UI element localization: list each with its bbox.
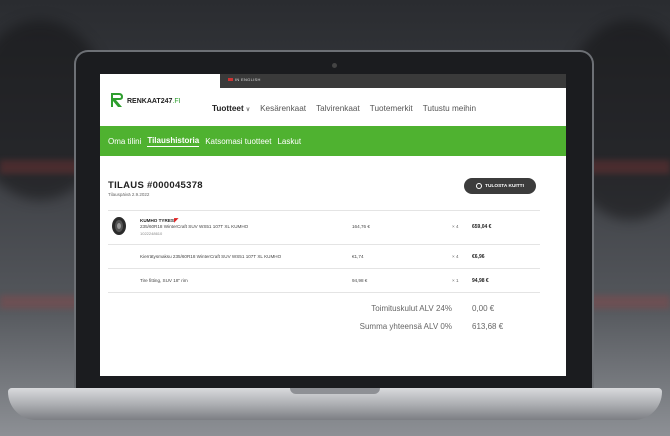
nav-item-brands[interactable]: Tuotemerkit [370, 104, 413, 113]
top-utility-bar [220, 74, 566, 88]
product-brand: KUMHO TYRES◤ [140, 218, 179, 224]
print-icon [476, 183, 483, 189]
print-receipt-button[interactable]: TULOSTA KUITTI [464, 178, 536, 194]
tab-invoices[interactable]: Laskut [277, 137, 301, 146]
renkaat-logo-icon [111, 93, 123, 107]
quantity: × 4 [452, 254, 459, 259]
laptop-camera [332, 63, 337, 68]
product-description[interactable]: 235/60R18 WinterCraft SUV WS51 107T XL K… [140, 224, 248, 229]
divider [108, 268, 540, 269]
fee-description: Kierrätysmaksu 235/60R18 WinterCraft SUV… [140, 254, 282, 259]
logo-text: RENKAAT247.FI [127, 97, 181, 105]
tab-my-account[interactable]: Oma tilini [108, 137, 141, 146]
nav-item-products[interactable]: Tuotteet ∨ [212, 104, 250, 113]
quantity: × 4 [452, 224, 459, 229]
flag-icon [228, 78, 233, 82]
divider [108, 292, 540, 293]
order-title: TILAUS #000045378 [108, 180, 203, 191]
total-value: 613,68 € [472, 322, 504, 331]
order-date: Tilauspäivä 2.9.2022 [108, 192, 150, 197]
nav-item-about[interactable]: Tutustu meihin [423, 104, 476, 113]
laptop-screen: IN ENGLISH RENKAAT247.FI Tuotteet ∨ Kesär… [100, 74, 566, 376]
product-code: 1022248610 [140, 231, 163, 236]
unit-price: €1,74 [352, 254, 364, 259]
tab-order-history[interactable]: Tilaushistoria [147, 136, 200, 147]
unit-price: 164,76 € [352, 224, 370, 229]
account-tabs: Oma tilini Tilaushistoria Katsomasi tuot… [100, 126, 566, 156]
main-nav: Tuotteet ∨ Kesärenkaat Talvirenkaat Tuote… [212, 104, 476, 113]
site-logo[interactable]: RENKAAT247.FI [110, 90, 181, 108]
nav-item-winter-tires[interactable]: Talvirenkaat [316, 104, 360, 113]
tire-image[interactable] [110, 216, 128, 236]
shipping-label: Toimituskulut ALV 24% [371, 304, 452, 313]
unit-price: 94,98 € [352, 278, 368, 283]
service-description: Tire fitting, SUV 18" rim [140, 278, 188, 283]
language-link[interactable]: IN ENGLISH [228, 77, 261, 82]
laptop-notch [290, 388, 380, 394]
nav-item-summer-tires[interactable]: Kesärenkaat [260, 104, 306, 113]
total-label: Summa yhteensä ALV 0% [359, 322, 452, 331]
line-total: €6,96 [472, 254, 485, 260]
line-total: 94,98 € [472, 278, 489, 284]
shipping-value: 0,00 € [472, 304, 495, 313]
chevron-down-icon: ∨ [245, 107, 251, 113]
divider [108, 210, 540, 211]
quantity: × 1 [452, 278, 459, 283]
divider [108, 244, 540, 245]
tab-viewed-products[interactable]: Katsomasi tuotteet [205, 137, 271, 146]
line-total: 659,04 € [472, 224, 492, 230]
